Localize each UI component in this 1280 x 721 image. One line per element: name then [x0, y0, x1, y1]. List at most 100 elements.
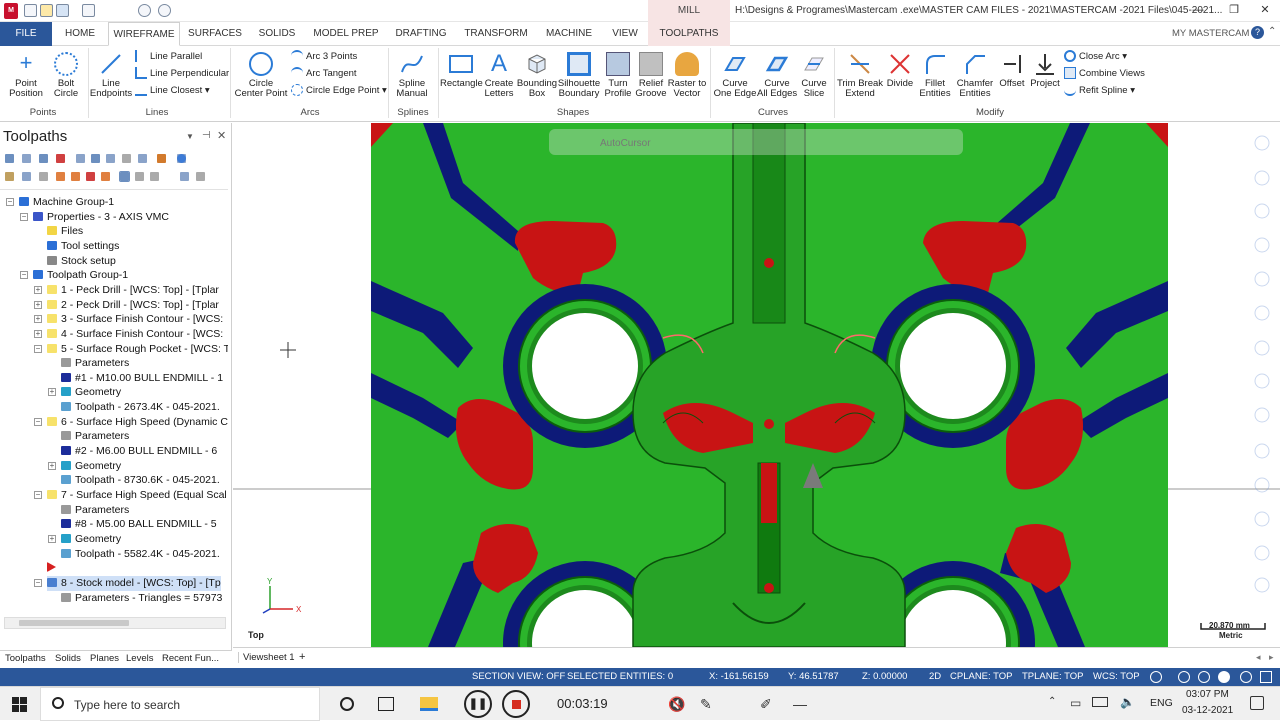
fillet-entities-button[interactable]: Fillet Entities	[916, 52, 954, 99]
viewsheet-tab[interactable]: Viewsheet 1	[238, 652, 295, 663]
solid-display-icon[interactable]	[1218, 671, 1230, 683]
undo-icon[interactable]	[138, 4, 151, 17]
hidden-line-icon[interactable]	[1260, 671, 1272, 683]
regenerate-dirty-icon[interactable]	[56, 154, 65, 163]
tab-transform[interactable]: TRANSFORM	[462, 22, 530, 46]
filter-icon[interactable]	[180, 172, 189, 181]
tree-expander[interactable]: −	[34, 417, 42, 426]
tab-home[interactable]: HOME	[58, 22, 102, 46]
line-parallel-button[interactable]: Line Parallel	[135, 49, 202, 65]
tree-node[interactable]: Files	[47, 224, 83, 239]
tab-recent-functions[interactable]: Recent Fun...	[162, 653, 219, 664]
help-icon[interactable]	[177, 154, 186, 163]
new-file-icon[interactable]	[24, 4, 37, 17]
tree-node[interactable]: 5 - Surface Rough Pocket - [WCS: T	[47, 342, 228, 357]
task-view-icon[interactable]	[378, 697, 394, 711]
tab-wireframe[interactable]: WIREFRAME	[108, 22, 180, 46]
tree-node[interactable]: Toolpath - 2673.4K - 045-2021.	[61, 400, 220, 415]
ribbon-collapse-icon[interactable]: ⌃	[1268, 26, 1276, 37]
tab-file[interactable]: FILE	[0, 22, 52, 46]
part-drawing[interactable]: AutoCursor Y X Top 20.870 mm Metric	[233, 123, 1280, 647]
circle-center-point-button[interactable]: Circle Center Point	[234, 52, 288, 99]
tab-toolpaths[interactable]: TOOLPATHS	[648, 22, 730, 46]
language-indicator[interactable]: ENG	[1150, 697, 1173, 709]
silhouette-boundary-button[interactable]: Silhouette Boundary	[557, 52, 601, 99]
tree-expander[interactable]: +	[48, 534, 56, 543]
notifications-icon[interactable]	[1250, 696, 1264, 710]
tree-expander[interactable]: +	[34, 285, 42, 294]
tree-node[interactable]: #2 - M6.00 BULL ENDMILL - 6	[61, 444, 217, 459]
tab-solids[interactable]: SOLIDS	[252, 22, 302, 46]
rectangle-button[interactable]: Rectangle	[440, 52, 483, 89]
taskbar-search-box[interactable]: Type here to search	[40, 687, 320, 721]
verify-icon[interactable]	[91, 154, 100, 163]
bounding-box-button[interactable]: Bounding Box	[516, 52, 558, 99]
tree-expander[interactable]: −	[20, 271, 28, 280]
toggle-posting-icon[interactable]	[22, 172, 31, 181]
arc-tangent-button[interactable]: Arc Tangent	[291, 66, 357, 82]
panel-close-icon[interactable]: ✕	[217, 129, 226, 142]
tree-expander[interactable]: −	[6, 198, 14, 206]
panel-pin-icon[interactable]: ⊣	[202, 130, 211, 141]
globe-icon[interactable]	[1150, 671, 1162, 683]
redo-icon[interactable]	[158, 4, 171, 17]
simulate-icon[interactable]	[106, 154, 115, 163]
tree-node[interactable]: Properties - 3 - AXIS VMC	[33, 210, 169, 225]
open-file-icon[interactable]	[40, 4, 53, 17]
divide-button[interactable]: Divide	[884, 52, 916, 89]
help-icon[interactable]: ?	[1251, 26, 1264, 39]
tree-expander[interactable]: −	[34, 578, 42, 587]
mute-icon[interactable]: 🔇	[668, 696, 685, 713]
tree-expander[interactable]: −	[34, 344, 42, 353]
spline-manual-button[interactable]: Spline Manual	[391, 52, 433, 99]
windows-start-icon[interactable]	[12, 697, 27, 712]
tree-expander[interactable]: +	[34, 315, 42, 324]
insert-arrow-row[interactable]	[47, 561, 60, 576]
tree-node[interactable]: 7 - Surface High Speed (Equal Scal	[47, 488, 227, 503]
line-perpendicular-button[interactable]: Line Perpendicular	[135, 66, 229, 82]
tab-drafting[interactable]: DRAFTING	[392, 22, 450, 46]
select-all-dirty-icon[interactable]	[22, 154, 31, 163]
tree-node[interactable]: Toolpath - 8730.6K - 045-2021.	[61, 473, 220, 488]
line-endpoints-button[interactable]: Line Endpoints	[88, 52, 134, 99]
chamfer-entities-button[interactable]: Chamfer Entities	[954, 52, 996, 99]
tree-node[interactable]: 6 - Surface High Speed (Dynamic C	[47, 415, 228, 430]
tree-node[interactable]: Geometry	[61, 532, 121, 547]
curve-slice-button[interactable]: Curve Slice	[797, 52, 831, 99]
tree-node[interactable]: #1 - M10.00 BULL ENDMILL - 1	[61, 371, 223, 386]
tree-expander[interactable]: −	[34, 491, 42, 499]
tree-expander[interactable]: +	[48, 388, 56, 397]
turn-profile-button[interactable]: Turn Profile	[601, 52, 635, 99]
insert-arrow-icon[interactable]	[86, 172, 95, 181]
tree-node[interactable]: Parameters	[61, 429, 129, 444]
network-icon[interactable]: ▭	[1070, 696, 1081, 710]
tree-node[interactable]: 4 - Surface Finish Contour - [WCS:	[47, 327, 223, 342]
tree-expander[interactable]: −	[20, 212, 28, 221]
close-icon[interactable]: ✕	[1245, 0, 1280, 22]
tree-node[interactable]: Parameters	[61, 503, 129, 518]
circle-edge-point-button[interactable]: Circle Edge Point ▾	[291, 83, 387, 99]
post-selected-icon[interactable]	[122, 154, 131, 163]
quick-mask-toolbar[interactable]	[1254, 135, 1270, 593]
tree-expander[interactable]: +	[48, 461, 56, 470]
tree-node[interactable]: 2 - Peck Drill - [WCS: Top] - [Tplar	[47, 298, 219, 313]
tab-surfaces[interactable]: SURFACES	[186, 22, 244, 46]
cursor-z-readout[interactable]: Z: 0.00000	[862, 668, 907, 686]
my-mastercam-link[interactable]: MY MASTERCAM	[1172, 28, 1249, 39]
combine-views-button[interactable]: Combine Views	[1064, 66, 1145, 82]
minimize-recorder-icon[interactable]: —	[793, 696, 807, 712]
arc-3-points-button[interactable]: Arc 3 Points	[291, 49, 357, 65]
graphics-viewport[interactable]: AutoCursor Y X Top 20.870 mm Metric	[233, 123, 1280, 647]
scroll-insert-icon[interactable]	[101, 172, 110, 181]
tree-node[interactable]: 1 - Peck Drill - [WCS: Top] - [Tplar	[47, 283, 219, 298]
file-explorer-icon[interactable]	[420, 697, 438, 711]
tab-levels-manager[interactable]: Levels	[126, 653, 153, 664]
line-closest-button[interactable]: Line Closest ▾	[135, 83, 210, 99]
toggle-lock-icon[interactable]	[39, 172, 48, 181]
recording-stop-button[interactable]	[502, 690, 530, 718]
backplot-icon[interactable]	[76, 154, 85, 163]
draw-pen-icon[interactable]: ✐	[760, 696, 772, 713]
horizontal-scrollbar[interactable]	[4, 617, 226, 629]
curve-one-edge-button[interactable]: Curve One Edge	[713, 52, 757, 99]
tree-node[interactable]: Geometry	[61, 385, 121, 400]
